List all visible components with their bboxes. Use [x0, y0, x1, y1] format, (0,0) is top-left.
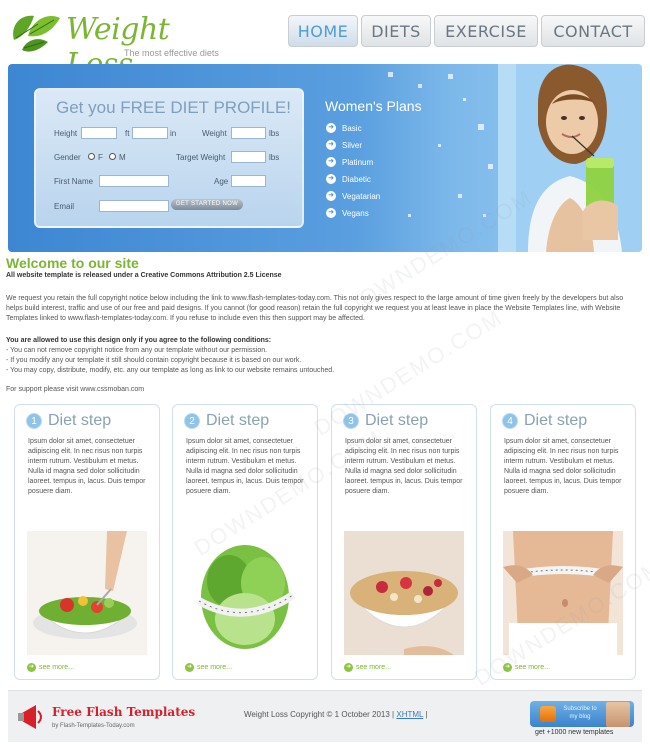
subscribe-widget[interactable]: Subscribe to my blog get +1000 new templ…	[530, 701, 634, 739]
condition-item: - You can not remove copyright notice fr…	[6, 347, 268, 354]
condition-item: - If you modify any our template it stil…	[6, 357, 302, 364]
plan-vegatarian[interactable]: ➜ Vegatarian	[326, 191, 380, 201]
plan-label: Vegans	[342, 208, 369, 218]
male-label: M	[119, 153, 126, 162]
ft-label: ft	[125, 129, 130, 138]
conditions-block: You are allowed to use this design only …	[6, 336, 640, 376]
weight-unit-label: lbs	[269, 129, 280, 138]
see-more-link[interactable]: ➜ see more...	[344, 663, 391, 672]
nav-exercise[interactable]: EXERCISE	[434, 15, 538, 47]
height-label: Height	[54, 129, 78, 138]
copyright-end: |	[423, 710, 428, 719]
arrow-circle-icon: ➜	[326, 123, 336, 133]
brand-subtitle: by Flash-Templates-Today.com	[52, 723, 135, 729]
step-number-badge: 1	[26, 413, 42, 429]
nav-diets[interactable]: DIETS	[361, 15, 431, 47]
logo-tagline: The most effective diets	[124, 48, 219, 58]
see-more-link[interactable]: ➜ see more...	[27, 663, 74, 672]
plan-label: Diabetic	[342, 174, 371, 184]
weight-label: Weight	[202, 129, 227, 138]
plan-label: Platinum	[342, 157, 374, 167]
new-templates-text: get +1000 new templates	[535, 729, 614, 736]
brand-title: Free Flash Templates	[52, 705, 196, 719]
megaphone-icon	[18, 705, 42, 729]
copyright-line: Weight Loss Copyright © 1 October 2013 |…	[244, 710, 428, 719]
support-note: For support please visit www.cssmoban.co…	[6, 386, 145, 393]
site-footer: Free Flash Templates by Flash-Templates-…	[8, 690, 642, 742]
diet-step-card: 1 Diet step Ipsum dolor sit amet, consec…	[14, 404, 160, 680]
plan-platinum[interactable]: ➜ Platinum	[326, 157, 373, 167]
form-title: Get you FREE DIET PROFILE!	[56, 98, 291, 117]
main-nav: HOME DIETS EXERCISE CONTACT	[288, 15, 645, 47]
height-in-input[interactable]	[132, 127, 168, 139]
target-weight-unit-label: lbs	[269, 153, 280, 162]
nav-home[interactable]: HOME	[288, 15, 358, 47]
arrow-circle-icon: ➜	[185, 663, 194, 672]
age-label: Age	[214, 177, 229, 186]
gender-female-radio[interactable]	[88, 153, 95, 160]
arrow-circle-icon: ➜	[326, 191, 336, 201]
first-name-label: First Name	[54, 177, 94, 186]
plan-label: Silver	[342, 140, 363, 150]
email-input[interactable]	[99, 200, 169, 212]
see-more-label: see more...	[356, 664, 392, 671]
step-text: Ipsum dolor sit amet, consectetuer adipi…	[504, 438, 622, 495]
weight-input[interactable]	[231, 127, 266, 139]
cereal-bowl-image	[344, 531, 464, 655]
plan-basic[interactable]: ➜ Basic	[326, 123, 362, 133]
step-number-badge: 2	[184, 413, 200, 429]
arrow-circle-icon: ➜	[344, 663, 353, 672]
arrow-circle-icon: ➜	[326, 174, 336, 184]
see-more-label: see more...	[197, 664, 233, 671]
salad-bowl-image	[27, 531, 147, 655]
get-started-button[interactable]: GET STARTED NOW	[171, 199, 243, 210]
age-input[interactable]	[231, 175, 266, 187]
hero-banner: Get you FREE DIET PROFILE! Height ft in …	[8, 64, 642, 252]
nav-contact[interactable]: CONTACT	[541, 15, 645, 47]
plan-diabetic[interactable]: ➜ Diabetic	[326, 174, 371, 184]
in-label: in	[170, 129, 177, 138]
arrow-circle-icon: ➜	[27, 663, 36, 672]
rss-icon	[540, 706, 556, 722]
height-ft-input[interactable]	[81, 127, 117, 139]
mint-leaf-icon	[13, 15, 60, 52]
site-logo[interactable]: Weight Loss The most effective diets	[8, 6, 238, 82]
author-avatar	[606, 702, 630, 727]
see-more-label: see more...	[39, 664, 75, 671]
diet-profile-form: Get you FREE DIET PROFILE! Height ft in …	[34, 88, 304, 228]
subscribe-text: Subscribe to my blog	[563, 706, 597, 720]
target-weight-label: Target Weight	[176, 153, 226, 162]
free-flash-templates-logo[interactable]: Free Flash Templates by Flash-Templates-…	[18, 699, 195, 735]
plan-vegans[interactable]: ➜ Vegans	[326, 208, 369, 218]
step-text: Ipsum dolor sit amet, consectetuer adipi…	[28, 438, 146, 495]
woman-drinking-smoothie-image	[498, 64, 642, 252]
arrow-circle-icon: ➜	[326, 208, 336, 218]
email-label: Email	[54, 202, 75, 211]
plans-title: Women's Plans	[325, 98, 422, 114]
target-weight-input[interactable]	[231, 151, 266, 163]
plan-label: Vegatarian	[342, 191, 381, 201]
gender-label: Gender	[54, 153, 81, 162]
welcome-heading: Welcome to our site	[6, 255, 139, 271]
female-label: F	[98, 153, 103, 162]
step-number-badge: 4	[502, 413, 518, 429]
gender-male-radio[interactable]	[109, 153, 116, 160]
license-note: All website template is released under a…	[6, 272, 282, 279]
see-more-link[interactable]: ➜ see more...	[185, 663, 232, 672]
intro-paragraph: We request you retain the full copyright…	[6, 295, 624, 322]
conditions-title: You are allowed to use this design only …	[6, 337, 272, 344]
xhtml-link[interactable]: XHTML	[396, 710, 423, 719]
copyright-text: Weight Loss Copyright © 1 October 2013 |	[244, 710, 397, 719]
step-title: Diet step	[524, 412, 588, 429]
arrow-circle-icon: ➜	[326, 140, 336, 150]
condition-item: - You may copy, distribute, modify, etc.…	[6, 367, 335, 374]
plan-silver[interactable]: ➜ Silver	[326, 140, 362, 150]
step-title: Diet step	[48, 412, 112, 429]
plan-label: Basic	[342, 123, 362, 133]
first-name-input[interactable]	[99, 175, 169, 187]
arrow-circle-icon: ➜	[326, 157, 336, 167]
step-title: Diet step	[206, 412, 270, 429]
